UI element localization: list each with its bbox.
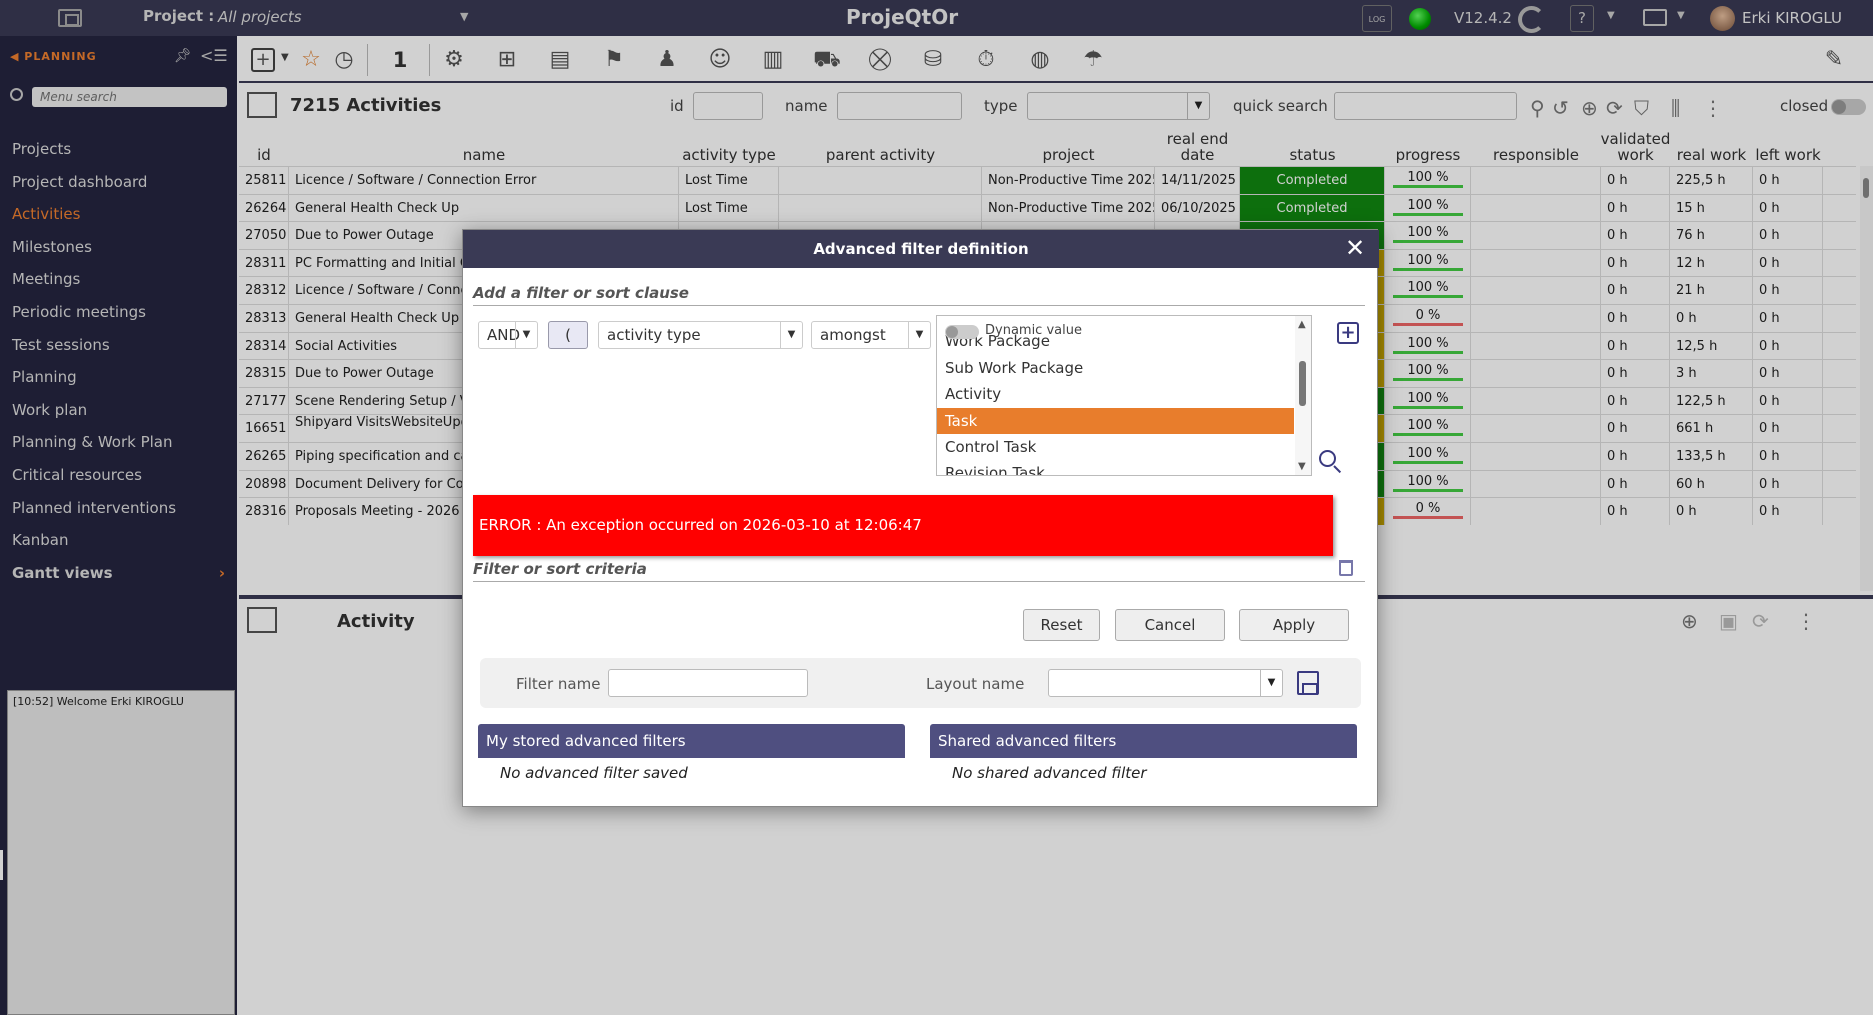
parenthesis-button[interactable]: ( — [548, 321, 588, 349]
value-listbox[interactable]: Work Package Dynamic value Sub Work Pack… — [936, 315, 1312, 476]
list-item-selected[interactable]: Task — [937, 408, 1294, 434]
list-item[interactable]: Activity — [937, 381, 1294, 407]
close-icon[interactable]: ✕ — [1343, 236, 1367, 260]
field-chevron-down-icon[interactable]: ▼ — [780, 322, 802, 348]
cancel-button[interactable]: Cancel — [1115, 609, 1225, 641]
layout-chevron-down-icon[interactable]: ▼ — [1260, 670, 1282, 696]
list-item[interactable]: Sub Work Package — [937, 355, 1294, 381]
trash-icon[interactable] — [1339, 560, 1353, 576]
operator-chevron-down-icon[interactable]: ▼ — [908, 322, 930, 348]
reset-button[interactable]: Reset — [1023, 609, 1100, 641]
operator-value: amongst — [820, 326, 886, 344]
store-filter-box: Filter name Layout name ▼ — [480, 658, 1361, 708]
list-item[interactable]: Control Task — [937, 434, 1294, 460]
scrollbar-thumb[interactable] — [1299, 361, 1306, 406]
advanced-filter-dialog: Advanced filter definition ✕ Add a filte… — [462, 229, 1379, 807]
dynamic-value-toggle[interactable] — [945, 325, 979, 339]
filter-name-label: Filter name — [516, 675, 601, 693]
my-filters-title: My stored advanced filters — [478, 724, 905, 758]
save-filter-icon[interactable] — [1297, 671, 1319, 695]
dialog-title: Advanced filter definition — [463, 230, 1379, 268]
scroll-up-icon[interactable]: ▲ — [1298, 319, 1306, 330]
criteria-heading: Filter or sort criteria — [473, 560, 1365, 582]
listbox-scrollbar[interactable]: ▲ ▼ — [1295, 316, 1311, 475]
layout-name-select[interactable]: ▼ — [1048, 669, 1283, 697]
field-select[interactable]: activity type ▼ — [598, 321, 803, 349]
add-clause-heading: Add a filter or sort clause — [473, 284, 1365, 306]
apply-button[interactable]: Apply — [1239, 609, 1349, 641]
filter-name-input[interactable] — [608, 669, 808, 697]
error-message: ERROR : An exception occurred on 2026-03… — [473, 495, 1333, 556]
dynamic-value-label: Dynamic value — [985, 323, 1082, 338]
operator-select[interactable]: amongst ▼ — [811, 321, 931, 349]
add-clause-button[interactable]: + — [1337, 322, 1359, 344]
scroll-down-icon[interactable]: ▼ — [1298, 461, 1306, 472]
shared-filters-empty: No shared advanced filter — [952, 764, 1147, 782]
layout-name-label: Layout name — [926, 675, 1025, 693]
logic-operator-select[interactable]: AND ▼ — [478, 321, 538, 349]
list-item[interactable]: Revision Task — [937, 460, 1294, 475]
field-value: activity type — [607, 326, 701, 344]
my-filters-empty: No advanced filter saved — [500, 764, 688, 782]
search-icon[interactable] — [1319, 450, 1336, 467]
shared-filters-title: Shared advanced filters — [930, 724, 1357, 758]
logic-chevron-down-icon[interactable]: ▼ — [515, 322, 537, 348]
